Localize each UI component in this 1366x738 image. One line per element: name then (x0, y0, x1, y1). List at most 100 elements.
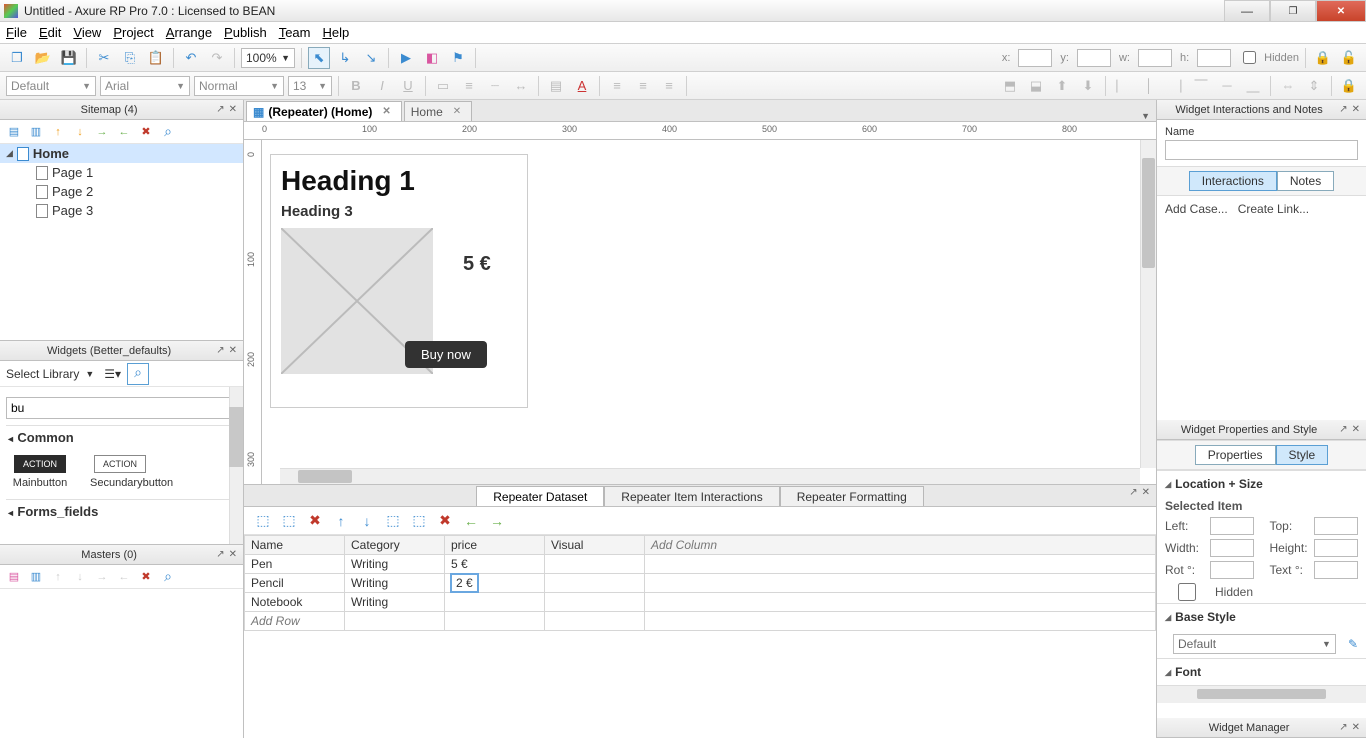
down-icon[interactable]: ↓ (72, 124, 88, 140)
menu-view[interactable]: View (73, 25, 101, 40)
underline-icon[interactable]: U (397, 75, 419, 97)
publish-icon[interactable]: ⚑ (447, 47, 469, 69)
base-style-select[interactable]: Default▼ (1173, 634, 1336, 654)
border-icon[interactable]: ▭ (432, 75, 454, 97)
up-icon[interactable]: ↑ (50, 124, 66, 140)
popout-icon[interactable]: ↗ (216, 549, 224, 560)
add-case-link[interactable]: Add Case... (1165, 202, 1228, 216)
alignL-icon[interactable]: ⎸ (1112, 75, 1134, 97)
canvas-vscrollbar[interactable] (1140, 140, 1156, 468)
fontsize-select[interactable]: 13▼ (288, 76, 332, 96)
widget-name-input[interactable] (1165, 140, 1358, 160)
canvas[interactable]: Heading 1 Heading 3 5 € Buy now (262, 140, 1156, 484)
save-icon[interactable]: 💾 (58, 47, 80, 69)
widget-secondarybutton[interactable]: ACTION Secundarybutton (90, 455, 150, 489)
menu-team[interactable]: Team (279, 25, 311, 40)
search-icon[interactable]: ⌕ (160, 124, 176, 140)
col-visual[interactable]: Visual (545, 536, 645, 555)
section-font[interactable]: Font (1157, 658, 1366, 685)
insert-row-above-icon[interactable]: ⬚ (384, 512, 402, 530)
maximize-button[interactable] (1270, 0, 1316, 22)
popout-icon[interactable]: ↗ (1129, 487, 1137, 498)
arrow-icon[interactable]: ↔ (510, 75, 532, 97)
popout-icon[interactable]: ↗ (1339, 104, 1347, 115)
preview-icon[interactable]: ▶ (395, 47, 417, 69)
tabs-menu-icon[interactable]: ▼ (1135, 111, 1156, 121)
point-icon[interactable]: ↘ (360, 47, 382, 69)
col-price[interactable]: price (445, 536, 545, 555)
copy-icon[interactable]: ⎘ (119, 47, 141, 69)
tab-formatting[interactable]: Repeater Formatting (780, 486, 924, 506)
widget-filter-input[interactable] (6, 397, 237, 419)
popout-icon[interactable]: ↗ (1339, 722, 1347, 733)
fill-icon[interactable]: ▤ (545, 75, 567, 97)
y-input[interactable] (1077, 49, 1111, 67)
close-panel-icon[interactable]: ✕ (1352, 104, 1360, 115)
bold-icon[interactable]: B (345, 75, 367, 97)
distV-icon[interactable]: ⇕ (1303, 75, 1325, 97)
menu-help[interactable]: Help (322, 25, 349, 40)
lock-icon[interactable]: 🔒 (1312, 47, 1334, 69)
alignC-icon[interactable]: │ (1138, 75, 1160, 97)
connector-icon[interactable]: ↳ (334, 47, 356, 69)
zoom-select[interactable]: 100%▼ (241, 48, 295, 68)
sitemap-item-home[interactable]: ◢ Home (0, 144, 243, 163)
delete-icon[interactable]: ✖ (138, 124, 154, 140)
dataset-grid[interactable]: Name Category price Visual Add Column Pe… (244, 535, 1156, 738)
section-forms[interactable]: Forms_fields (6, 499, 237, 523)
menu-arrange[interactable]: Arrange (166, 25, 212, 40)
paste-icon[interactable]: 📋 (145, 47, 167, 69)
style-scrollbar[interactable] (1157, 685, 1366, 703)
alignR-icon[interactable]: ⎹ (1164, 75, 1186, 97)
w-input[interactable] (1138, 49, 1172, 67)
popout-icon[interactable]: ↗ (1339, 424, 1347, 435)
linestyle-icon[interactable]: ┈ (484, 75, 506, 97)
menu-project[interactable]: Project (113, 25, 153, 40)
tab-properties[interactable]: Properties (1195, 445, 1276, 465)
delete-row-icon[interactable]: ✖ (436, 512, 454, 530)
close-panel-icon[interactable]: ✕ (229, 345, 237, 356)
lock2-icon[interactable]: 🔒 (1338, 75, 1360, 97)
col-category[interactable]: Category (345, 536, 445, 555)
insert-row-below-icon[interactable]: ⬚ (410, 512, 428, 530)
hidden-checkbox[interactable] (1165, 583, 1209, 601)
delete-col-icon[interactable]: ✖ (306, 512, 324, 530)
align-left-icon[interactable]: ≡ (606, 75, 628, 97)
top-input[interactable] (1314, 517, 1358, 535)
align-center-icon[interactable]: ≡ (632, 75, 654, 97)
edit-style-icon[interactable]: ✎ (1348, 637, 1358, 651)
left-input[interactable] (1210, 517, 1254, 535)
linew-icon[interactable]: ≡ (458, 75, 480, 97)
menu-edit[interactable]: Edit (39, 25, 61, 40)
textrot-input[interactable] (1314, 561, 1358, 579)
font-select[interactable]: Arial▼ (100, 76, 190, 96)
move-down-icon[interactable]: ↓ (358, 512, 376, 530)
close-button[interactable] (1316, 0, 1366, 22)
back-icon[interactable]: ⬇ (1077, 75, 1099, 97)
insert-col-right-icon[interactable]: ⬚ (280, 512, 298, 530)
tab-interactions[interactable]: Repeater Item Interactions (604, 486, 779, 506)
buy-button[interactable]: Buy now (405, 341, 487, 368)
widget-mainbutton[interactable]: ACTION Mainbutton (10, 455, 70, 489)
close-panel-icon[interactable]: ✕ (229, 104, 237, 115)
add-column[interactable]: Add Column (645, 536, 1156, 555)
unlock-icon[interactable]: 🔓 (1338, 47, 1360, 69)
new-icon[interactable]: ❐ (6, 47, 28, 69)
lib-menu-icon[interactable]: ☰▾ (104, 367, 121, 381)
rot-input[interactable] (1210, 561, 1254, 579)
insert-col-left-icon[interactable]: ⬚ (254, 512, 272, 530)
cut-icon[interactable]: ✂ (93, 47, 115, 69)
search-icon[interactable]: ⌕ (127, 363, 149, 385)
create-link-link[interactable]: Create Link... (1238, 202, 1309, 216)
minimize-button[interactable] (1224, 0, 1270, 22)
menu-publish[interactable]: Publish (224, 25, 267, 40)
left-icon[interactable]: ← (116, 124, 132, 140)
group-icon[interactable]: ⬒ (999, 75, 1021, 97)
share-icon[interactable]: ◧ (421, 47, 443, 69)
alignT-icon[interactable]: ⎺ (1190, 75, 1212, 97)
undo-icon[interactable]: ↶ (180, 47, 202, 69)
popout-icon[interactable]: ↗ (216, 345, 224, 356)
section-common[interactable]: Common (6, 425, 237, 449)
repeater-widget[interactable]: Heading 1 Heading 3 5 € Buy now (270, 154, 528, 408)
tab-style[interactable]: Style (1276, 445, 1329, 465)
